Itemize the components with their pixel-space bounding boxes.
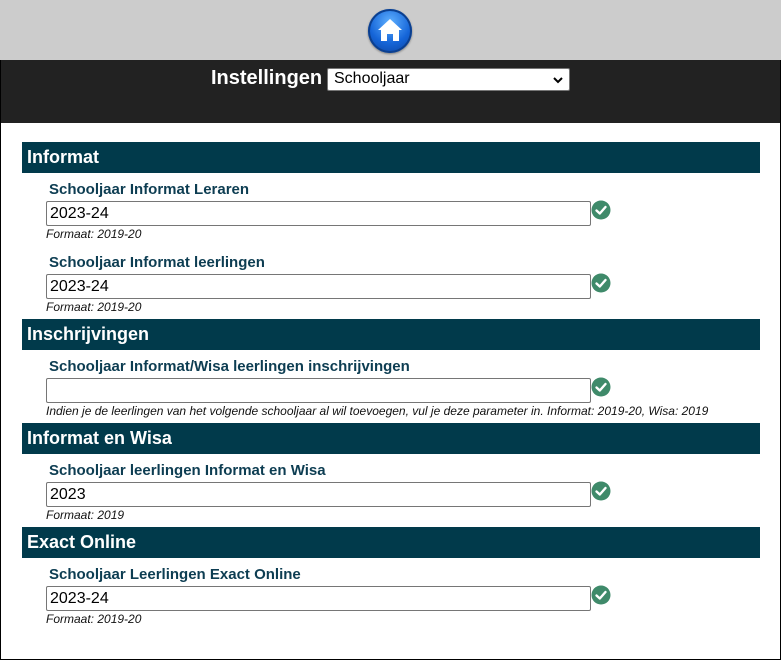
field-hint: Formaat: 2019-20 [46,612,142,626]
check-icon [591,273,611,293]
home-button[interactable] [368,9,412,53]
settings-header: Instellingen Schooljaar [1,60,780,123]
exact-online-input[interactable] [46,586,591,611]
section-header-inschrijvingen: Inschrijvingen [22,319,760,350]
informat-leerlingen-input[interactable] [46,274,591,299]
check-icon [591,200,611,220]
section-header-informat: Informat [22,142,760,173]
check-icon [591,481,611,501]
check-icon [591,585,611,605]
field-label-inschrijvingen: Schooljaar Informat/Wisa leerlingen insc… [49,358,410,375]
field-label-informat-leraren: Schooljaar Informat Leraren [49,181,250,198]
settings-category-select[interactable]: Schooljaar [327,68,570,91]
home-icon [378,19,402,41]
field-label-informat-wisa: Schooljaar leerlingen Informat en Wisa [49,462,326,479]
informat-leraren-input[interactable] [46,201,591,226]
chevron-down-icon [553,77,563,84]
field-hint: Formaat: 2019-20 [46,227,142,241]
select-value: Schooljaar [334,70,410,87]
field-hint: Formaat: 2019-20 [46,300,142,314]
check-icon [591,377,611,397]
top-bar [0,0,781,60]
page-title: Instellingen [211,67,323,89]
field-label-exact-online: Schooljaar Leerlingen Exact Online [49,566,301,583]
section-header-informat-wisa: Informat en Wisa [22,423,760,454]
settings-frame: Instellingen Schooljaar Informat Schoolj… [0,60,781,660]
informat-wisa-input[interactable] [46,482,591,507]
field-hint: Indien je de leerlingen van het volgende… [46,404,709,418]
inschrijvingen-input[interactable] [46,378,591,403]
field-hint: Formaat: 2019 [46,508,125,522]
section-header-exact-online: Exact Online [22,527,760,558]
field-label-informat-leerlingen: Schooljaar Informat leerlingen [49,254,265,271]
